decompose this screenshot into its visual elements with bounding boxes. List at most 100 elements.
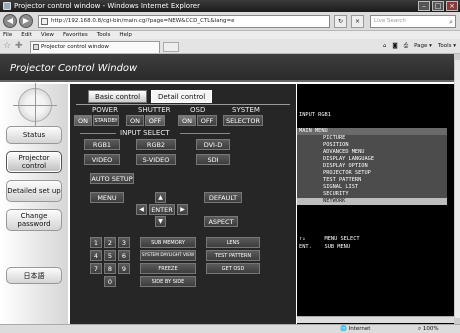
osd-help-line: ↑↓ MENU SELECT bbox=[299, 236, 360, 242]
num-7-button[interactable]: 7 bbox=[90, 263, 102, 274]
num-9-button[interactable]: 9 bbox=[118, 263, 130, 274]
input-video-button[interactable]: VIDEO bbox=[84, 154, 120, 165]
menu-favorites[interactable]: Favorites bbox=[63, 31, 88, 39]
menu-help[interactable]: Help bbox=[119, 31, 132, 39]
input-svideo-button[interactable]: S-VIDEO bbox=[136, 154, 176, 165]
address-field[interactable]: http://192.168.0.8/cgi-bin/main.cgi?page… bbox=[38, 15, 330, 28]
zoom-level[interactable]: ⌕ 100% bbox=[418, 325, 439, 333]
arrow-up-button[interactable]: ▲ bbox=[155, 192, 166, 203]
favorites-star-icon[interactable]: ☆ bbox=[3, 41, 11, 51]
osd-menu-item: TEST PATTERN bbox=[297, 177, 447, 184]
shutter-on-button[interactable]: ON bbox=[126, 115, 144, 126]
shutter-off-button[interactable]: OFF bbox=[145, 115, 165, 126]
osd-label: OSD bbox=[190, 106, 206, 114]
arrow-right-button[interactable]: ▶ bbox=[177, 204, 188, 215]
test-pattern-button[interactable]: TEST PATTERN bbox=[206, 250, 260, 261]
nav-detailed-setup-button[interactable]: Detailed set up bbox=[6, 180, 62, 202]
osd-menu-item: DISPLAY OPTION bbox=[297, 163, 447, 170]
system-daylight-view-button[interactable]: SYSTEM DAYLIGHT VIEW bbox=[140, 250, 196, 261]
nav-change-password-button[interactable]: Change password bbox=[6, 209, 62, 231]
num-8-button[interactable]: 8 bbox=[104, 263, 116, 274]
page-menu[interactable]: Page ▾ bbox=[414, 42, 432, 51]
menu-button[interactable]: MENU bbox=[90, 192, 124, 203]
lens-button[interactable]: LENS bbox=[206, 237, 260, 248]
tab-title: Projector control window bbox=[41, 44, 109, 50]
num-1-button[interactable]: 1 bbox=[90, 237, 102, 248]
menu-view[interactable]: View bbox=[41, 31, 54, 39]
num-6-button[interactable]: 6 bbox=[118, 250, 130, 261]
nav-status-button[interactable]: Status bbox=[6, 126, 62, 144]
osd-on-button[interactable]: ON bbox=[178, 115, 196, 126]
num-4-button[interactable]: 4 bbox=[90, 250, 102, 261]
address-toolbar: ◀ ▶ http://192.168.0.8/cgi-bin/main.cgi?… bbox=[0, 12, 460, 31]
menu-edit[interactable]: Edit bbox=[21, 31, 32, 39]
system-selector-button[interactable]: SELECTOR bbox=[223, 115, 263, 126]
status-bar: 🌐 Internet ⌕ 100% bbox=[0, 324, 460, 333]
divider-line bbox=[80, 133, 116, 134]
osd-menu-item: ADVANCED MENU bbox=[297, 149, 447, 156]
side-by-side-button[interactable]: SIDE BY SIDE bbox=[140, 276, 196, 287]
menu-file[interactable]: File bbox=[3, 31, 12, 39]
sub-memory-button[interactable]: SUB MEMORY bbox=[140, 237, 196, 248]
input-select-label: INPUT SELECT bbox=[120, 129, 170, 137]
window-title-bar: Projector control window - Windows Inter… bbox=[0, 0, 460, 12]
input-rgb2-button[interactable]: RGB2 bbox=[136, 139, 176, 150]
enter-button[interactable]: ENTER bbox=[149, 204, 175, 215]
print-icon[interactable]: ⎙ bbox=[404, 42, 408, 51]
num-0-button[interactable]: 0 bbox=[104, 276, 116, 287]
arrow-left-button[interactable]: ◀ bbox=[136, 204, 147, 215]
osd-menu-item: DISPLAY LANGUAGE bbox=[297, 156, 447, 163]
osd-off-button[interactable]: OFF bbox=[197, 115, 217, 126]
osd-display: INPUT RGB1 MAIN MENU PICTURE POSITION AD… bbox=[297, 84, 454, 324]
arrow-down-button[interactable]: ▼ bbox=[155, 216, 166, 227]
auto-setup-button[interactable]: AUTO SETUP bbox=[90, 173, 134, 184]
tools-menu[interactable]: Tools ▾ bbox=[438, 42, 456, 51]
aspect-button[interactable]: ASPECT bbox=[204, 216, 238, 227]
osd-menu-item: SECURITY bbox=[297, 191, 447, 198]
tab-divider bbox=[76, 104, 290, 105]
search-icon[interactable]: ⌕ bbox=[449, 17, 453, 28]
osd-menu-item: PROJECTOR SETUP bbox=[297, 170, 447, 177]
horizontal-scrollbar[interactable] bbox=[297, 316, 454, 323]
input-rgb1-button[interactable]: RGB1 bbox=[84, 139, 120, 150]
internet-zone: 🌐 Internet bbox=[340, 326, 371, 332]
freeze-button[interactable]: FREEZE bbox=[140, 263, 196, 274]
tab-detail-control[interactable]: Detail control bbox=[151, 90, 213, 103]
tab-basic-control[interactable]: Basic control bbox=[88, 90, 148, 103]
input-dvid-button[interactable]: DVI-D bbox=[196, 139, 230, 150]
power-standby-button[interactable]: STANDBY bbox=[93, 115, 119, 126]
refresh-button[interactable]: ↻ bbox=[334, 15, 347, 28]
nav-language-button[interactable]: 日本語 bbox=[6, 267, 62, 284]
minimize-button[interactable]: – bbox=[418, 1, 430, 11]
search-input[interactable]: Live Search ⌕ bbox=[370, 15, 456, 28]
osd-help-line: ENT. SUB MENU bbox=[299, 244, 351, 250]
back-button[interactable]: ◀ bbox=[3, 14, 17, 28]
home-icon[interactable]: ⌂ bbox=[383, 42, 387, 51]
feeds-icon[interactable]: ◙ bbox=[392, 42, 397, 51]
forward-button[interactable]: ▶ bbox=[19, 14, 33, 28]
power-on-button[interactable]: ON bbox=[74, 115, 92, 126]
maximize-button[interactable]: □ bbox=[432, 1, 444, 11]
default-button[interactable]: DEFAULT bbox=[204, 192, 242, 203]
system-label: SYSTEM bbox=[232, 106, 260, 114]
close-button[interactable]: × bbox=[446, 1, 458, 11]
nav-projector-control-button[interactable]: Projector control bbox=[6, 151, 62, 173]
num-3-button[interactable]: 3 bbox=[118, 237, 130, 248]
menu-tools[interactable]: Tools bbox=[97, 31, 111, 39]
page-icon bbox=[41, 18, 48, 25]
input-sdi-button[interactable]: SDI bbox=[196, 154, 230, 165]
browser-tab[interactable]: Projector control window bbox=[30, 41, 160, 53]
search-placeholder: Live Search bbox=[374, 18, 406, 24]
stop-button[interactable]: × bbox=[351, 15, 364, 28]
num-5-button[interactable]: 5 bbox=[104, 250, 116, 261]
scroll-up-arrow[interactable] bbox=[455, 54, 460, 60]
zone-label: Internet bbox=[348, 326, 371, 332]
add-favorite-icon[interactable]: ✚ bbox=[15, 41, 23, 51]
lens-logo-icon bbox=[13, 83, 57, 127]
page-title: Projector Control Window bbox=[10, 63, 138, 74]
get-osd-button[interactable]: GET OSD bbox=[206, 263, 260, 274]
new-tab-button[interactable] bbox=[163, 42, 179, 52]
num-2-button[interactable]: 2 bbox=[104, 237, 116, 248]
tab-page-icon bbox=[33, 44, 39, 50]
vertical-scrollbar[interactable] bbox=[454, 54, 460, 324]
